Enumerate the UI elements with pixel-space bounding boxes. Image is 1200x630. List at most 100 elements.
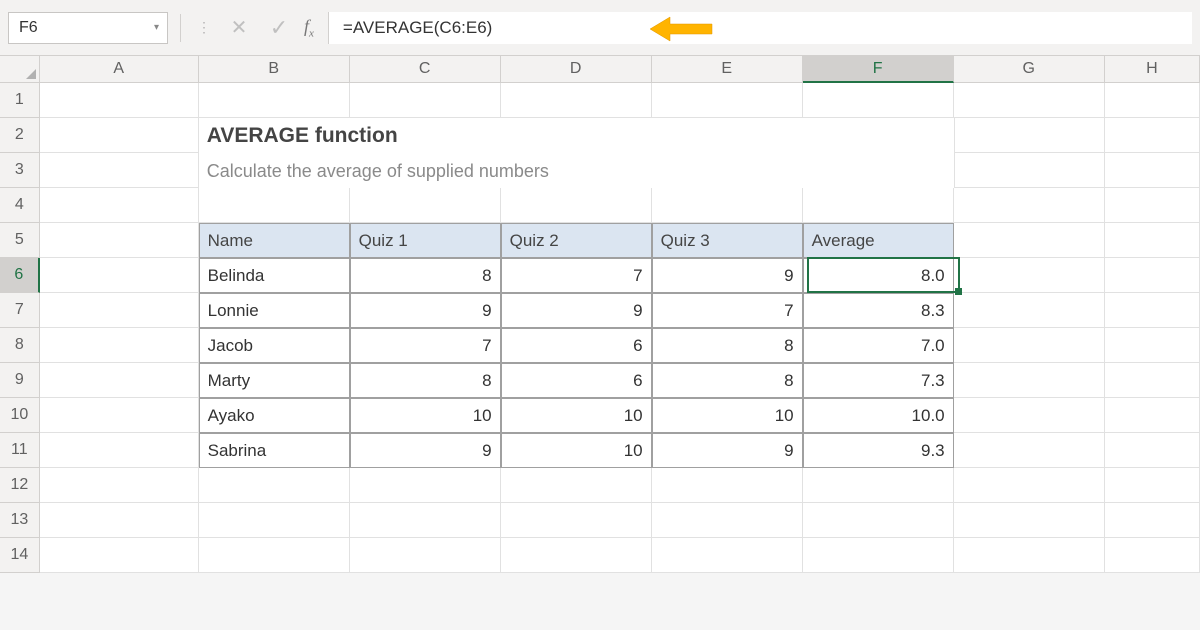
cell[interactable] <box>652 468 803 503</box>
cell[interactable] <box>1105 293 1200 328</box>
table-header[interactable]: Name <box>199 223 350 258</box>
cell[interactable] <box>652 503 803 538</box>
cell[interactable] <box>803 468 954 503</box>
cell[interactable] <box>954 503 1105 538</box>
cell[interactable] <box>1105 223 1200 258</box>
cell[interactable] <box>803 83 954 118</box>
cell[interactable] <box>1105 328 1200 363</box>
cell[interactable] <box>40 153 199 188</box>
row-header[interactable]: 1 <box>0 83 40 118</box>
cell[interactable] <box>1105 118 1200 153</box>
table-cell[interactable]: 9 <box>652 258 803 293</box>
table-cell[interactable]: 10 <box>350 398 501 433</box>
fx-icon[interactable]: fx <box>304 16 314 40</box>
row-header[interactable]: 6 <box>0 258 40 293</box>
table-header[interactable]: Quiz 2 <box>501 223 652 258</box>
cell[interactable] <box>40 538 199 573</box>
cell[interactable] <box>1105 83 1200 118</box>
cell[interactable] <box>350 538 501 573</box>
table-cell[interactable]: 8 <box>350 258 501 293</box>
table-cell[interactable]: 7.0 <box>803 328 954 363</box>
cell[interactable] <box>652 538 803 573</box>
cell[interactable] <box>954 118 1105 153</box>
cell[interactable] <box>954 83 1105 118</box>
cell[interactable] <box>199 468 350 503</box>
cell[interactable] <box>1105 433 1200 468</box>
table-cell[interactable]: 6 <box>501 328 652 363</box>
cell[interactable] <box>652 188 803 223</box>
cell[interactable] <box>40 433 199 468</box>
cell[interactable] <box>1105 188 1200 223</box>
col-header-A[interactable]: A <box>40 56 199 83</box>
cell[interactable] <box>501 188 652 223</box>
cell[interactable] <box>40 328 199 363</box>
cell[interactable] <box>954 538 1105 573</box>
table-cell[interactable]: 8 <box>652 363 803 398</box>
row-header[interactable]: 12 <box>0 468 40 503</box>
cell[interactable] <box>40 258 199 293</box>
formula-input[interactable]: =AVERAGE(C6:E6) <box>328 12 1192 44</box>
drag-handle-icon[interactable]: ⋮ <box>193 19 216 36</box>
cell[interactable] <box>803 188 954 223</box>
table-cell[interactable]: 6 <box>501 363 652 398</box>
row-header[interactable]: 14 <box>0 538 40 573</box>
table-cell[interactable]: 9 <box>350 293 501 328</box>
cell[interactable] <box>199 503 350 538</box>
table-cell[interactable]: Belinda <box>199 258 350 293</box>
table-cell[interactable]: 8 <box>350 363 501 398</box>
table-cell[interactable]: Lonnie <box>199 293 350 328</box>
cell[interactable] <box>954 398 1105 433</box>
cell[interactable] <box>40 83 199 118</box>
cell[interactable] <box>199 538 350 573</box>
table-header[interactable]: Average <box>803 223 954 258</box>
cell[interactable] <box>40 223 199 258</box>
table-cell[interactable]: 7.3 <box>803 363 954 398</box>
table-cell[interactable]: 9 <box>350 433 501 468</box>
table-cell[interactable]: 9 <box>652 433 803 468</box>
row-header[interactable]: 7 <box>0 293 40 328</box>
table-cell[interactable]: 9.3 <box>803 433 954 468</box>
table-cell[interactable]: 9 <box>501 293 652 328</box>
select-all-corner[interactable] <box>0 56 40 83</box>
cell[interactable] <box>1105 468 1200 503</box>
table-cell[interactable]: 7 <box>501 258 652 293</box>
cell[interactable] <box>954 223 1105 258</box>
row-header[interactable]: 10 <box>0 398 40 433</box>
cell[interactable] <box>40 468 199 503</box>
row-header[interactable]: 4 <box>0 188 40 223</box>
cell[interactable] <box>350 468 501 503</box>
cell[interactable] <box>40 503 199 538</box>
cell[interactable] <box>954 293 1105 328</box>
cell[interactable] <box>1105 258 1200 293</box>
col-header-F[interactable]: F <box>803 56 954 83</box>
cell[interactable] <box>954 258 1105 293</box>
cell[interactable] <box>954 433 1105 468</box>
cell[interactable] <box>954 363 1105 398</box>
name-box[interactable]: F6 ▾ <box>8 12 168 44</box>
table-cell[interactable]: Jacob <box>199 328 350 363</box>
table-cell[interactable]: 10 <box>652 398 803 433</box>
row-header[interactable]: 13 <box>0 503 40 538</box>
cancel-icon[interactable]: ✕ <box>222 12 256 44</box>
table-cell[interactable]: 7 <box>350 328 501 363</box>
cell[interactable] <box>803 503 954 538</box>
row-header[interactable]: 3 <box>0 153 40 188</box>
table-cell[interactable]: 7 <box>652 293 803 328</box>
cell[interactable] <box>954 188 1105 223</box>
cell[interactable] <box>40 398 199 433</box>
cell[interactable] <box>1105 503 1200 538</box>
cell[interactable] <box>501 503 652 538</box>
table-cell[interactable]: Ayako <box>199 398 350 433</box>
col-header-D[interactable]: D <box>501 56 652 83</box>
col-header-G[interactable]: G <box>954 56 1105 83</box>
table-header[interactable]: Quiz 1 <box>350 223 501 258</box>
col-header-E[interactable]: E <box>652 56 803 83</box>
table-cell[interactable]: 10 <box>501 398 652 433</box>
cell[interactable] <box>954 153 1105 188</box>
row-header[interactable]: 11 <box>0 433 40 468</box>
cell[interactable] <box>40 188 199 223</box>
chevron-down-icon[interactable]: ▾ <box>154 22 159 33</box>
cell[interactable] <box>350 188 501 223</box>
cell[interactable] <box>1105 153 1200 188</box>
row-header[interactable]: 9 <box>0 363 40 398</box>
